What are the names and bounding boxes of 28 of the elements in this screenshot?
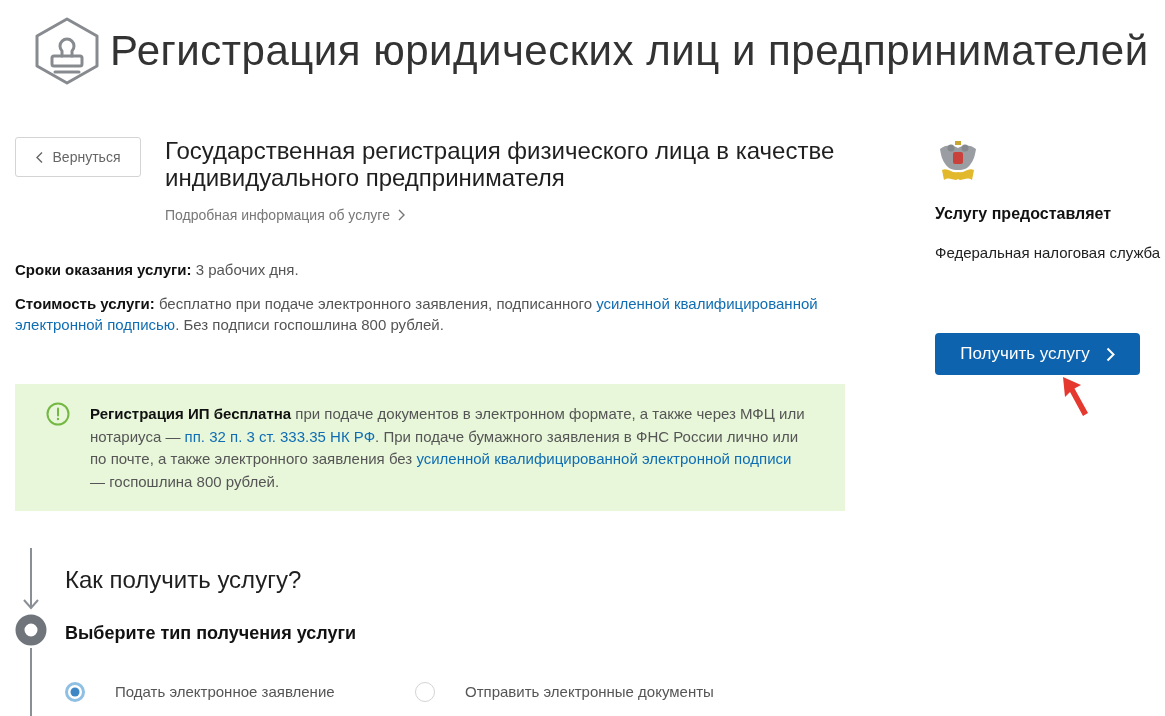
page-title: Регистрация юридических лиц и предпринимателей — [110, 26, 1149, 76]
provider-heading: Услугу предоставляет — [935, 204, 1113, 224]
radio-icon[interactable] — [415, 682, 435, 702]
chevron-left-icon — [35, 151, 43, 163]
link[interactable]: пп. 32 п. 3 ст. 333.35 НК РФ — [184, 425, 376, 448]
coat-of-arms-icon — [938, 140, 978, 182]
stamp-icon — [35, 17, 99, 85]
chevron-right-icon — [397, 209, 405, 221]
step-title: Выберите тип получения услуги — [65, 622, 357, 644]
radio-label[interactable]: Отправить электронные документы — [465, 681, 714, 703]
alert-icon — [46, 402, 70, 426]
timeline-arrow-icon — [23, 548, 39, 610]
notice-text: Регистрация ИП бесплатна при подаче документов в электронном формате, а также через МФЦ или нотариуса — пп. 32 п. 3 ст. 333.35 НК РФ. При подаче бумажного заявления в ФНС России лично или по почте, а также электронного заявления без усиленной квалифицированной электронной подписи — госпошлина 800 рублей. — [90, 404, 806, 492]
step-marker-icon — [15, 614, 47, 646]
service-title: Государственная регистрация физического лица в качестве индивидуального предпринимателя — [165, 137, 836, 191]
back-button[interactable]: Вернуться — [15, 137, 141, 177]
cursor-arrow-icon — [1062, 376, 1090, 418]
get-service-button[interactable]: Получить услугу — [935, 333, 1140, 375]
chevron-right-icon — [1105, 346, 1115, 362]
service-term: Стоимость услуги: бесплатно при подаче электронного заявления, подписанного усиленной квалифицированной электронной подписью. Без подписи госпошлина 800 рублей. — [15, 293, 819, 335]
radio-selected-icon[interactable] — [65, 682, 85, 702]
section-title: Как получить услугу? — [65, 565, 303, 595]
link[interactable]: усиленной квалифицированной электронной подписи — [416, 448, 792, 471]
radio-label[interactable]: Подать электронное заявление — [115, 681, 335, 703]
provider-name: Федеральная налоговая служба — [935, 243, 1162, 263]
link[interactable]: усиленной квалифицированной — [596, 293, 818, 314]
details-link[interactable]: Подробная информация об услуге — [165, 206, 405, 224]
service-term: Сроки оказания услуги: 3 рабочих дня. — [15, 260, 300, 280]
